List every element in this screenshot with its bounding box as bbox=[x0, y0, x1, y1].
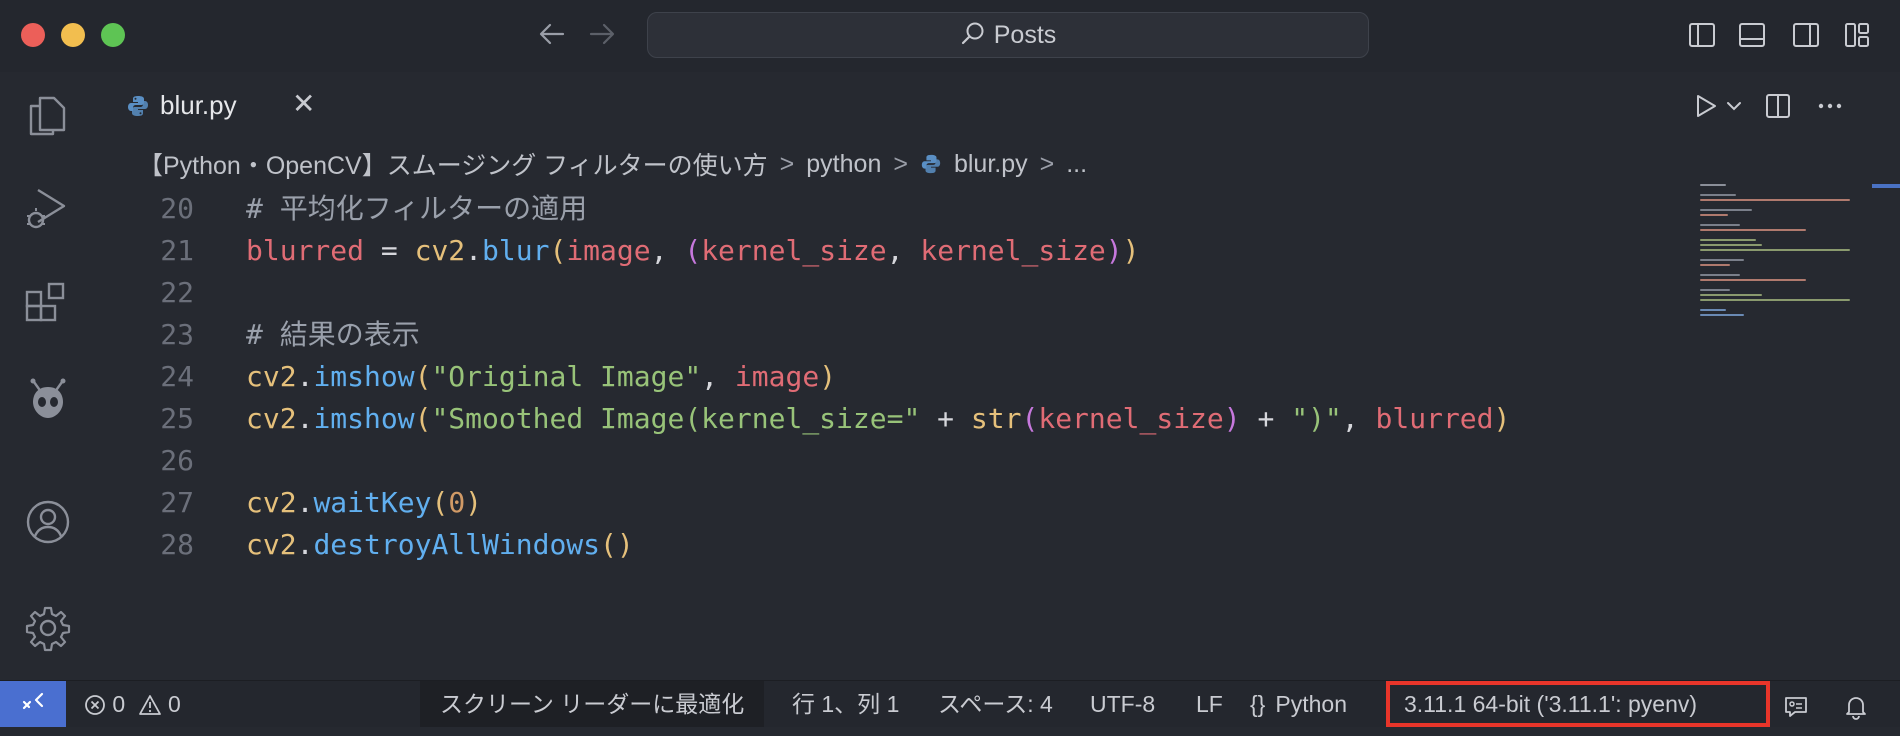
screen-reader-mode-button[interactable]: スクリーン リーダーに最適化 bbox=[420, 681, 765, 727]
customize-layout-icon[interactable] bbox=[1843, 21, 1871, 49]
breadcrumb-separator: > bbox=[779, 149, 795, 178]
remote-icon bbox=[20, 691, 46, 723]
python-file-icon bbox=[920, 153, 942, 175]
title-bar: Posts bbox=[0, 0, 1900, 73]
status-bar: 0 0 スクリーン リーダーに最適化 行 1、列 1 スペース: 4 UTF-8… bbox=[0, 680, 1900, 727]
encoding-button[interactable]: UTF-8 bbox=[1090, 681, 1155, 727]
scrollbar-position-marker[interactable] bbox=[1872, 184, 1900, 188]
code-text: # 結果の表示 bbox=[246, 318, 420, 351]
minimap[interactable] bbox=[1700, 180, 1860, 320]
end-of-line-button[interactable]: LF bbox=[1196, 681, 1223, 727]
extensions-icon[interactable] bbox=[22, 278, 74, 330]
close-window-button[interactable] bbox=[21, 23, 45, 47]
code-text: blurred = cv2.blur(image, (kernel_size, … bbox=[246, 234, 1140, 267]
code-line[interactable]: 22 bbox=[96, 272, 1696, 314]
language-label: Python bbox=[1275, 691, 1347, 717]
run-debug-icon[interactable] bbox=[22, 184, 74, 236]
editor-tabs: blur.py ✕ bbox=[96, 72, 1900, 142]
breadcrumb-separator: > bbox=[893, 149, 908, 178]
breadcrumb-file[interactable]: blur.py bbox=[954, 150, 1028, 179]
python-file-icon bbox=[126, 94, 150, 118]
maximize-window-button[interactable] bbox=[101, 23, 125, 47]
error-icon bbox=[84, 691, 112, 717]
code-line[interactable]: 21 blurred = cv2.blur(image, (kernel_size… bbox=[96, 230, 1696, 272]
breadcrumb: 【Python・OpenCV】スムージング フィルターの使い方 > python… bbox=[138, 146, 1087, 182]
code-text: cv2.imshow("Original Image", image) bbox=[246, 360, 837, 393]
alien-extension-icon[interactable] bbox=[22, 372, 74, 424]
minimize-window-button[interactable] bbox=[61, 23, 85, 47]
feedback-icon[interactable] bbox=[1782, 690, 1810, 718]
remote-indicator-button[interactable] bbox=[0, 681, 66, 727]
close-tab-icon[interactable]: ✕ bbox=[292, 88, 315, 120]
cursor-position-button[interactable]: 行 1、列 1 bbox=[792, 681, 899, 727]
chevron-down-icon[interactable] bbox=[1724, 92, 1744, 120]
more-actions-icon[interactable] bbox=[1816, 92, 1844, 120]
code-line[interactable]: 23 # 結果の表示 bbox=[96, 314, 1696, 356]
notifications-bell-icon[interactable] bbox=[1842, 690, 1870, 720]
code-text: cv2.waitKey(0) bbox=[246, 486, 483, 519]
activity-bar bbox=[0, 72, 96, 680]
language-mode-button[interactable]: {} Python bbox=[1250, 681, 1347, 727]
code-line[interactable]: 27 cv2.waitKey(0) bbox=[96, 482, 1696, 524]
line-number: 22 bbox=[160, 276, 194, 309]
line-number: 24 bbox=[160, 360, 194, 393]
command-center-search[interactable]: Posts bbox=[647, 12, 1369, 58]
code-text: cv2.imshow("Smoothed Image(kernel_size="… bbox=[246, 402, 1511, 435]
breadcrumb-separator: > bbox=[1039, 149, 1055, 178]
error-count: 0 bbox=[112, 691, 126, 717]
tab-blur-py[interactable]: blur.py ✕ bbox=[96, 72, 334, 142]
toggle-primary-sidebar-icon[interactable] bbox=[1688, 21, 1716, 49]
line-number: 28 bbox=[160, 528, 194, 561]
breadcrumb-folder[interactable]: 【Python・OpenCV】スムージング フィルターの使い方 bbox=[138, 146, 768, 182]
code-line[interactable]: 24 cv2.imshow("Original Image", image) bbox=[96, 356, 1696, 398]
braces-icon: {} bbox=[1250, 691, 1266, 717]
toggle-secondary-sidebar-icon[interactable] bbox=[1792, 21, 1820, 49]
code-line[interactable]: 25 cv2.imshow("Smoothed Image(kernel_size… bbox=[96, 398, 1696, 440]
tab-label: blur.py bbox=[160, 90, 237, 120]
line-number: 25 bbox=[160, 402, 194, 435]
toggle-panel-icon[interactable] bbox=[1738, 21, 1766, 49]
line-number: 27 bbox=[160, 486, 194, 519]
forward-arrow-icon[interactable] bbox=[586, 18, 618, 57]
code-text: # 平均化フィルターの適用 bbox=[246, 192, 588, 225]
run-icon[interactable] bbox=[1692, 92, 1720, 120]
code-line[interactable]: 20 # 平均化フィルターの適用 bbox=[96, 188, 1696, 230]
account-icon[interactable] bbox=[22, 496, 74, 548]
python-interpreter-button[interactable]: 3.11.1 64-bit ('3.11.1': pyenv) bbox=[1386, 681, 1770, 727]
split-editor-icon[interactable] bbox=[1764, 92, 1792, 120]
explorer-icon[interactable] bbox=[22, 90, 74, 142]
line-number: 20 bbox=[160, 192, 194, 225]
search-icon bbox=[960, 20, 986, 51]
code-text: cv2.destroyAllWindows() bbox=[246, 528, 634, 561]
line-number: 21 bbox=[160, 234, 194, 267]
code-line[interactable]: 26 bbox=[96, 440, 1696, 482]
indentation-button[interactable]: スペース: 4 bbox=[938, 681, 1053, 727]
code-line[interactable]: 28 cv2.destroyAllWindows() bbox=[96, 524, 1696, 566]
breadcrumb-subfolder[interactable]: python bbox=[806, 150, 881, 179]
breadcrumb-more[interactable]: ... bbox=[1066, 150, 1087, 179]
problems-button[interactable]: 0 0 bbox=[84, 681, 181, 727]
search-text: Posts bbox=[993, 20, 1057, 49]
warning-count: 0 bbox=[167, 691, 181, 717]
line-number: 26 bbox=[160, 444, 194, 477]
line-number: 23 bbox=[160, 318, 194, 351]
back-arrow-icon[interactable] bbox=[536, 18, 568, 57]
code-editor[interactable]: 20 # 平均化フィルターの適用 21 blurred = cv2.blur(ima… bbox=[96, 188, 1696, 566]
settings-gear-icon[interactable] bbox=[22, 602, 74, 654]
warning-icon bbox=[138, 691, 168, 717]
